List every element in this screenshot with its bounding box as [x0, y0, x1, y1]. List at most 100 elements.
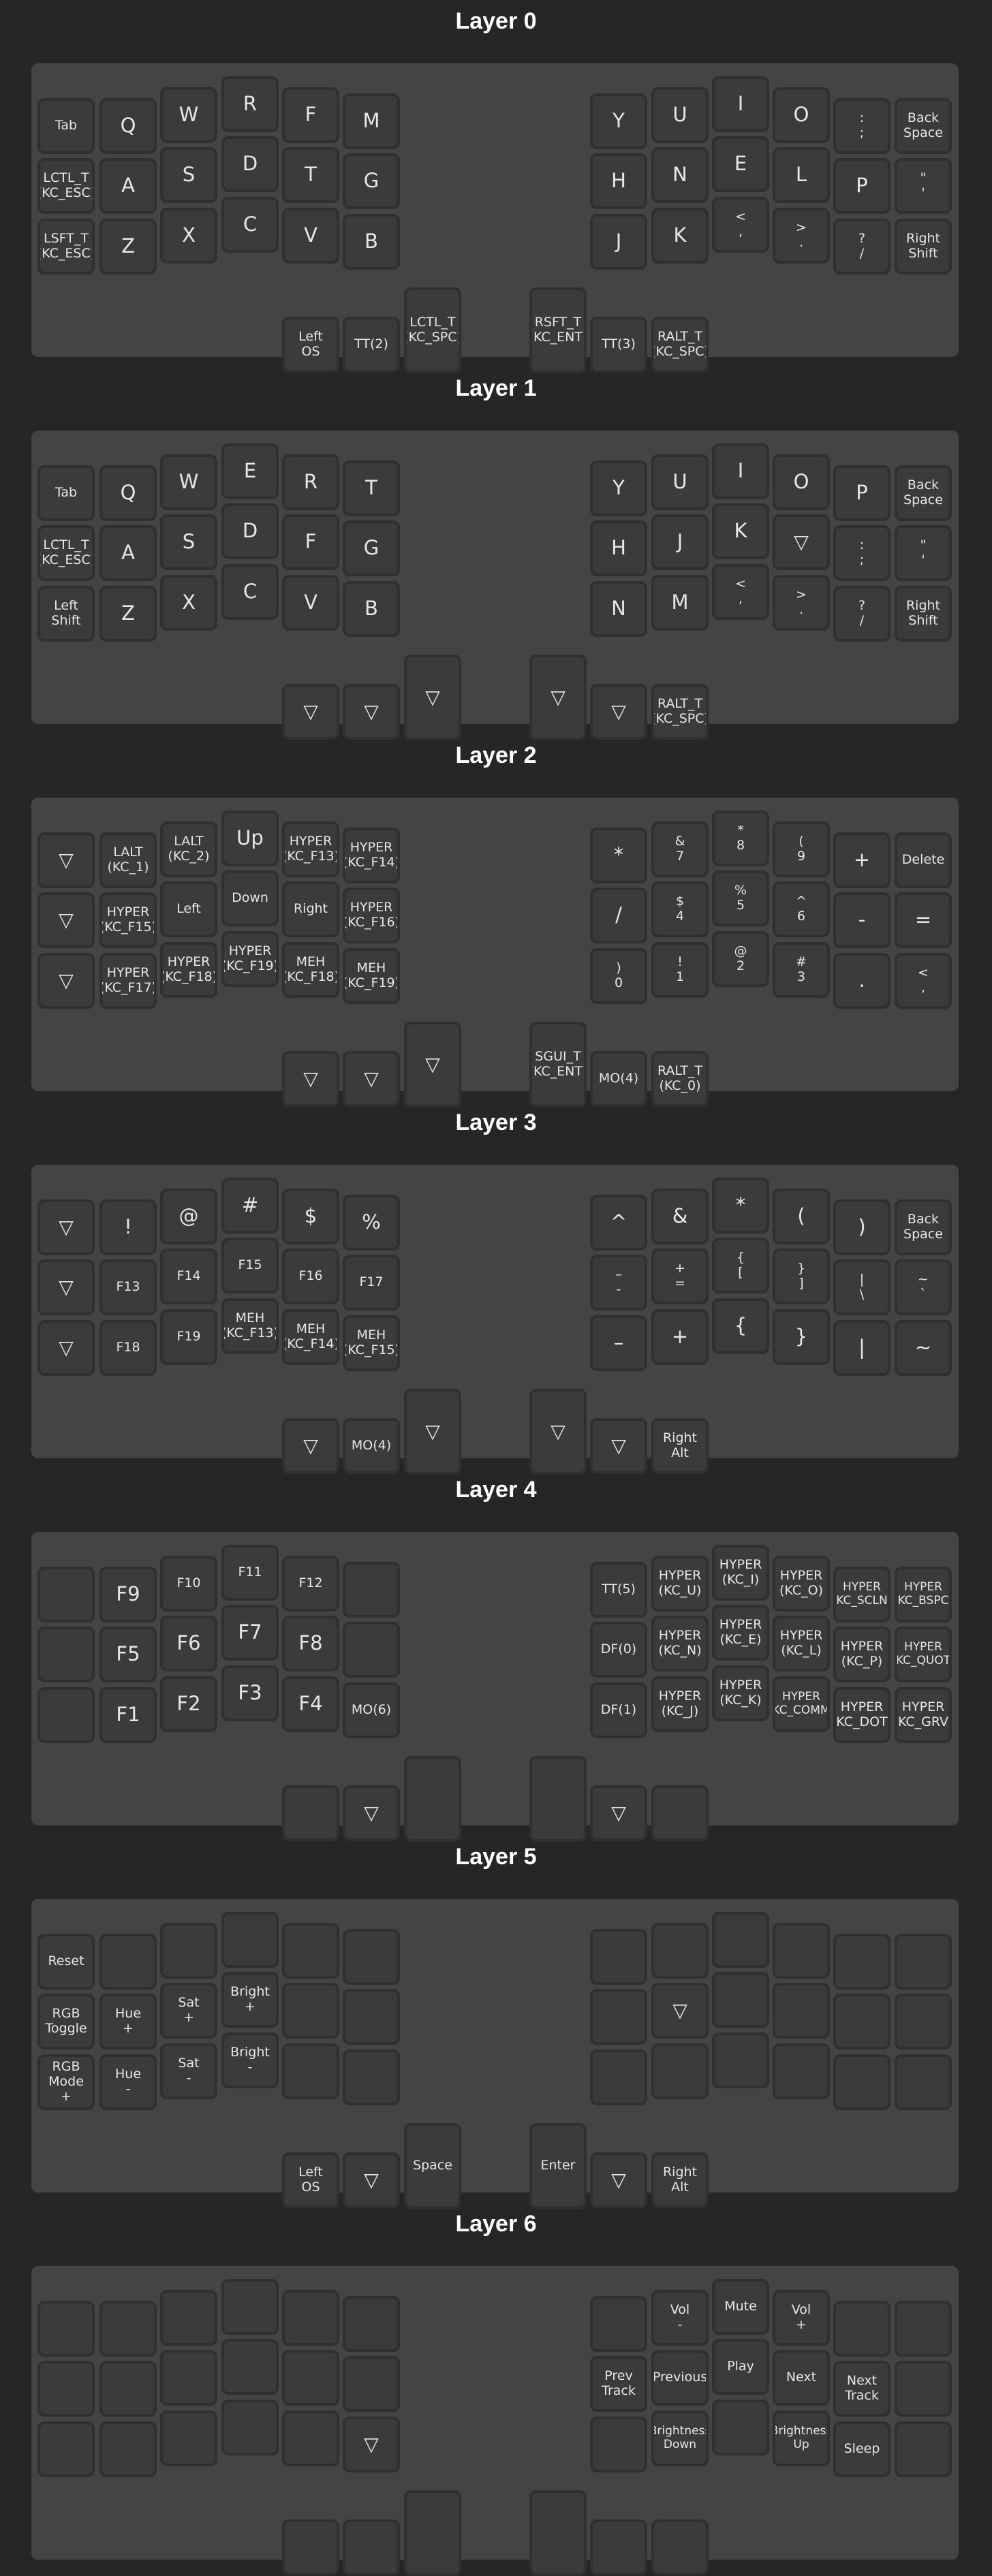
key-l0-4[interactable]: R	[282, 454, 339, 510]
key-r0-4[interactable]: )	[833, 1199, 890, 1255]
key-l2-4[interactable]: V	[282, 575, 339, 631]
key-l0-4[interactable]	[282, 2290, 339, 2346]
key-l1-4[interactable]: F16	[282, 1248, 339, 1304]
key-r2-0[interactable]: ) 0	[590, 948, 647, 1004]
key-l2-1[interactable]: F18	[99, 1320, 157, 1376]
key-l0-5[interactable]: M	[343, 93, 400, 149]
key-l2-0[interactable]: ▽	[37, 953, 95, 1009]
key-r1-4[interactable]: HYPER (KC_P)	[833, 1627, 890, 1682]
key-r1-3[interactable]: HYPER (KC_L)	[773, 1616, 830, 1671]
key-l1-1[interactable]: HYPER (KC_F15)	[99, 892, 157, 948]
key-r2-2[interactable]: <,	[712, 197, 769, 253]
key-r1-3[interactable]: L	[773, 147, 830, 203]
key-l1-5[interactable]: F17	[343, 1255, 400, 1310]
key-l2-5[interactable]: MEH (KC_F15)	[343, 1315, 400, 1371]
key-r2-5[interactable]	[895, 2054, 952, 2110]
key-r1-4[interactable]: -	[833, 892, 890, 948]
key-l1-0[interactable]: ▽	[37, 1259, 95, 1315]
key-l2-0[interactable]	[37, 1687, 95, 1743]
key-r1-4[interactable]: :;	[833, 525, 890, 581]
key-r2-2[interactable]: <,	[712, 564, 769, 620]
key-l2-2[interactable]: X	[160, 575, 217, 631]
key-r1-0[interactable]: DF(0)	[590, 1622, 647, 1678]
key-r0-4[interactable]: P	[833, 465, 890, 521]
key-l1-5[interactable]	[343, 1989, 400, 2045]
key-l0-4[interactable]: HYPER (KC_F13)	[282, 821, 339, 877]
key-l0-2[interactable]: W	[160, 87, 217, 143]
key-rt-2[interactable]	[651, 1785, 709, 1841]
key-l1-1[interactable]: A	[99, 525, 157, 581]
key-l2-4[interactable]	[282, 2410, 339, 2466]
key-r2-0[interactable]	[590, 2049, 647, 2105]
key-l0-2[interactable]	[160, 1923, 217, 1979]
key-lt-0[interactable]: ▽	[282, 684, 339, 740]
key-r2-0[interactable]: –	[590, 1315, 647, 1371]
key-rt-1[interactable]: ▽	[590, 1418, 647, 1474]
key-l1-1[interactable]	[99, 2361, 157, 2417]
key-l0-3[interactable]	[221, 2279, 279, 2335]
key-l2-0[interactable]: RGB Mode +	[37, 2054, 95, 2110]
key-r2-4[interactable]: ? /	[833, 586, 890, 642]
key-l1-2[interactable]: S	[160, 514, 217, 570]
key-r0-3[interactable]: Vol +	[773, 2290, 830, 2346]
key-l2-0[interactable]: LSFT_T (KC_ESC)	[37, 219, 95, 274]
key-r0-3[interactable]: O	[773, 87, 830, 143]
key-l0-2[interactable]: W	[160, 454, 217, 510]
key-r1-2[interactable]: Play	[712, 2339, 769, 2395]
key-l0-0[interactable]: Reset	[37, 1934, 95, 1990]
key-r0-1[interactable]: &	[651, 1189, 709, 1244]
key-r0-1[interactable]: U	[651, 87, 709, 143]
key-l1-3[interactable]: Bright +	[221, 1972, 279, 2028]
key-r1-2[interactable]: E	[712, 136, 769, 192]
key-l1-2[interactable]: F6	[160, 1616, 217, 1671]
key-r0-1[interactable]	[651, 1923, 709, 1979]
key-r2-2[interactable]: @2	[712, 931, 769, 987]
key-r0-0[interactable]: TT(5)	[590, 1562, 647, 1618]
key-r1-4[interactable]	[833, 1994, 890, 2049]
key-r2-0[interactable]: J	[590, 214, 647, 270]
key-l0-0[interactable]: ▽	[37, 1199, 95, 1255]
key-l1-2[interactable]: F14	[160, 1248, 217, 1304]
key-l0-0[interactable]	[37, 1567, 95, 1622]
key-lt-1[interactable]: ▽	[343, 1785, 400, 1841]
key-r1-0[interactable]: H	[590, 153, 647, 209]
key-l1-2[interactable]: Sat +	[160, 1983, 217, 2039]
key-l2-1[interactable]: Z	[99, 586, 157, 642]
key-rt-1[interactable]: ▽	[590, 1785, 647, 1841]
key-r2-5[interactable]: <,	[895, 953, 952, 1009]
key-lt-2[interactable]: Space	[404, 2123, 461, 2209]
key-l1-4[interactable]: Right	[282, 881, 339, 937]
key-l0-5[interactable]	[343, 1562, 400, 1618]
key-l2-4[interactable]	[282, 2043, 339, 2099]
key-r2-0[interactable]: DF(1)	[590, 1682, 647, 1738]
key-r0-3[interactable]: (9	[773, 821, 830, 877]
key-r1-3[interactable]: ▽	[773, 514, 830, 570]
key-r0-3[interactable]: (	[773, 1189, 830, 1244]
key-l0-1[interactable]: LALT (KC_1)	[99, 832, 157, 888]
key-r0-4[interactable]: HYPER (KC_SCLN)	[833, 1567, 890, 1622]
key-r2-2[interactable]	[712, 2032, 769, 2088]
key-l1-5[interactable]: G	[343, 520, 400, 576]
key-r1-5[interactable]: " '	[895, 525, 952, 581]
key-l0-1[interactable]: Q	[99, 98, 157, 154]
key-r1-3[interactable]	[773, 1983, 830, 2039]
key-l0-4[interactable]	[282, 1923, 339, 1979]
key-l2-0[interactable]: Left Shift	[37, 586, 95, 642]
key-r1-1[interactable]: + =	[651, 1248, 709, 1304]
key-rt-2[interactable]: Right Alt	[651, 1418, 709, 1474]
key-r0-0[interactable]	[590, 2296, 647, 2352]
key-lt-1[interactable]: MO(4)	[343, 1418, 400, 1474]
key-l0-0[interactable]	[37, 2301, 95, 2357]
key-r1-0[interactable]: /	[590, 888, 647, 943]
key-l1-1[interactable]: F5	[99, 1627, 157, 1682]
key-l2-3[interactable]: HYPER (KC_F19)	[221, 931, 279, 987]
key-lt-1[interactable]: TT(2)	[343, 317, 400, 373]
key-rt-0[interactable]: ▽	[529, 1389, 587, 1475]
key-l2-5[interactable]: B	[343, 581, 400, 637]
key-l0-2[interactable]: LALT (KC_2)	[160, 821, 217, 877]
key-l1-5[interactable]: G	[343, 153, 400, 209]
key-l1-2[interactable]: Left	[160, 881, 217, 937]
key-l0-3[interactable]: R	[221, 76, 279, 132]
key-rt-1[interactable]: MO(4)	[590, 1051, 647, 1107]
key-l2-5[interactable]: ▽	[343, 2417, 400, 2472]
